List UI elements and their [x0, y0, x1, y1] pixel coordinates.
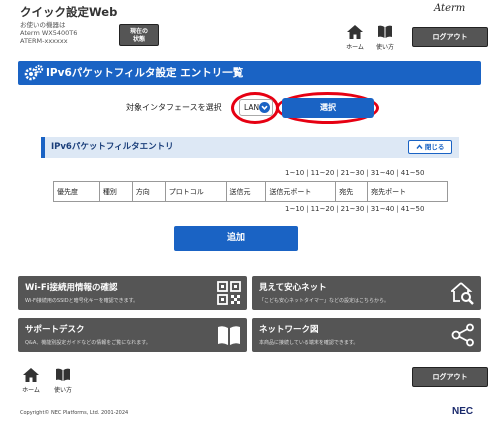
pager-top: 1~10 | 11~20 | 21~30 | 31~40 | 41~50 — [285, 169, 425, 177]
home-icon — [347, 25, 363, 39]
book-icon — [218, 326, 240, 345]
company-logo: NEC — [452, 406, 474, 417]
entry-section-title: IPv6パケットフィルタエントリ — [51, 142, 174, 152]
header: クイック設定Web お使いの機器は Aterm WX5400T6 ATERM-x… — [0, 0, 500, 56]
pager-bottom: 1~10 | 11~20 | 21~30 | 31~40 | 41~50 — [285, 205, 425, 213]
device-label: お使いの機器は — [20, 21, 66, 29]
home-icon — [23, 368, 39, 382]
home-label: ホーム — [346, 44, 364, 51]
logout-label: ログアウト — [432, 373, 468, 381]
page-link[interactable]: 41~50 — [401, 205, 425, 213]
footer-logout-button[interactable]: ログアウト — [412, 367, 488, 387]
card-desc: Q&A、機能別設定ガイドなどの情報をご覧になれます。 — [25, 340, 151, 346]
home-button[interactable]: ホーム — [343, 25, 367, 51]
copyright: Copyright© NEC Platforms, Ltd. 2001-2024 — [20, 410, 129, 416]
network-icon — [451, 323, 474, 347]
chevron-up-icon — [416, 144, 423, 149]
footer-home-button[interactable]: ホーム — [19, 368, 43, 394]
page-link[interactable]: 21~30 — [341, 205, 365, 213]
status-button-label: 現在の 状態 — [129, 28, 148, 43]
home-label: ホーム — [22, 387, 40, 394]
card-support-desk[interactable]: サポートデスク Q&A、機能別設定ガイドなどの情報をご覧になれます。 — [18, 318, 247, 352]
logout-button[interactable]: ログアウト — [412, 27, 488, 47]
qr-code-icon — [217, 281, 241, 305]
card-safe-net[interactable]: 見えて安心ネット 「こども安心ネットタイマー」などの設定はこちらから。 — [252, 276, 481, 310]
card-desc: Wi-Fi接続用のSSIDと暗号化キーを確認できます。 — [25, 298, 139, 304]
page-link[interactable]: 1~10 — [285, 205, 304, 213]
add-button-label: 追加 — [226, 233, 245, 243]
brand-logo: Aterm — [434, 3, 466, 14]
chevron-down-icon — [259, 102, 270, 113]
page-title: IPv6パケットフィルタ設定 エントリ一覧 — [46, 67, 244, 79]
column-header: 送信元ポート — [265, 181, 337, 202]
column-header: プロトコル — [164, 181, 227, 202]
page-link[interactable]: 11~20 — [311, 169, 335, 177]
card-title: Wi-Fi接続用情報の確認 — [25, 283, 118, 293]
column-header: 宛先 — [335, 181, 369, 202]
entry-section-header: IPv6パケットフィルタエントリ 閉じる — [41, 137, 459, 158]
select-button-label: 選択 — [320, 103, 336, 112]
current-status-button[interactable]: 現在の 状態 — [119, 24, 159, 46]
column-header: 種別 — [98, 181, 133, 202]
device-model: Aterm WX5400T6 — [20, 29, 78, 37]
card-title: 見えて安心ネット — [259, 283, 327, 293]
howto-button[interactable]: 使い方 — [373, 25, 397, 51]
column-header: 優先度 — [53, 181, 100, 202]
logout-label: ログアウト — [432, 33, 468, 41]
page-link[interactable]: 21~30 — [341, 169, 365, 177]
howto-label: 使い方 — [53, 387, 72, 394]
interface-value: LAN — [244, 103, 260, 112]
home-search-icon — [451, 282, 474, 305]
card-network-map[interactable]: ネットワーク図 本商品に接続している端末を確認できます。 — [252, 318, 481, 352]
add-entry-button[interactable]: 追加 — [174, 226, 298, 251]
book-icon — [56, 368, 70, 381]
column-header: 送信元 — [225, 181, 267, 202]
device-info: お使いの機器は Aterm WX5400T6 ATERM-xxxxxx — [20, 21, 77, 45]
interface-select[interactable]: LAN — [239, 99, 273, 116]
card-wifi-info[interactable]: Wi-Fi接続用情報の確認 Wi-Fi接続用のSSIDと暗号化キーを確認できます… — [18, 276, 247, 310]
column-header: 方向 — [131, 181, 166, 202]
entry-table: 優先度 種別 方向 プロトコル 送信元 送信元ポート 宛先 宛先ポート — [53, 181, 448, 202]
column-header: 宛先ポート — [367, 181, 448, 202]
page-link[interactable]: 1~10 — [285, 169, 304, 177]
close-section-button[interactable]: 閉じる — [408, 140, 452, 154]
interface-label: 対象インタフェースを選択 — [126, 103, 222, 112]
app-title: クイック設定Web — [20, 5, 118, 19]
page-link[interactable]: 11~20 — [311, 205, 335, 213]
device-id: ATERM-xxxxxx — [20, 37, 68, 45]
select-button[interactable]: 選択 — [282, 98, 374, 118]
card-title: ネットワーク図 — [259, 325, 319, 335]
page-link[interactable]: 41~50 — [401, 169, 425, 177]
page-title-bar: IPv6パケットフィルタ設定 エントリ一覧 — [18, 61, 481, 85]
close-button-label: 閉じる — [424, 143, 445, 151]
howto-label: 使い方 — [375, 44, 394, 51]
card-title: サポートデスク — [25, 325, 85, 335]
gear-icon — [24, 64, 44, 81]
card-desc: 本商品に接続している端末を確認できます。 — [259, 340, 359, 346]
table-header-row: 優先度 種別 方向 プロトコル 送信元 送信元ポート 宛先 宛先ポート — [53, 181, 448, 202]
card-desc: 「こども安心ネットタイマー」などの設定はこちらから。 — [259, 298, 390, 304]
page-link[interactable]: 31~40 — [371, 169, 395, 177]
page-link[interactable]: 31~40 — [371, 205, 395, 213]
book-icon — [378, 25, 392, 38]
footer-howto-button[interactable]: 使い方 — [51, 368, 75, 394]
